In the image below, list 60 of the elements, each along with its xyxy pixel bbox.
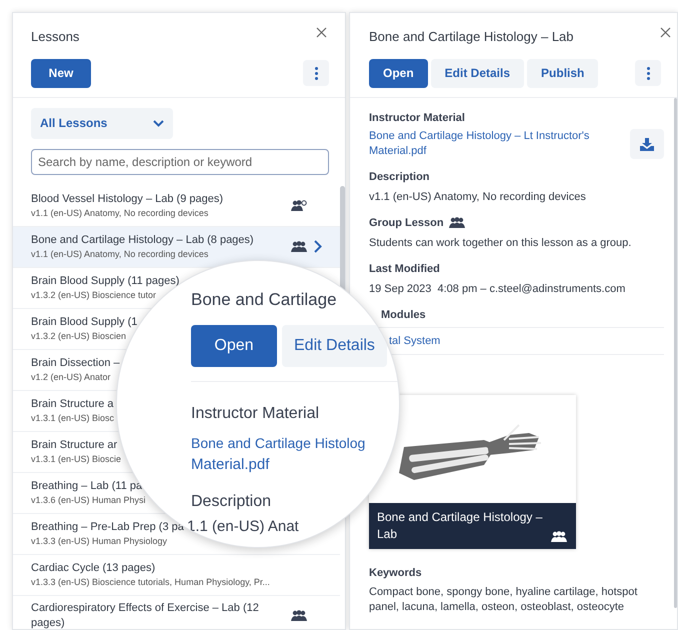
- close-icon[interactable]: [660, 27, 671, 38]
- chevron-down-icon: [153, 120, 164, 126]
- lesson-item[interactable]: Cardiac Cycle (13 pages) v1.3.3 (en-US) Bioscience tutorials, Human Physiology, Pr...: [13, 554, 340, 596]
- material-link[interactable]: Bone and Cartilage Histology – Lt Instructor's Material.pdf: [369, 129, 609, 159]
- filter-dropdown[interactable]: All Lessons: [31, 108, 173, 138]
- lesson-subtitle: v1.3.1 (en-US) Biosc: [31, 412, 114, 424]
- lesson-title: Blood Vessel Histology – Lab (9 pages): [31, 192, 224, 206]
- lesson-title: Brain Structure ar: [31, 438, 118, 452]
- magnified-button[interactable]: Edit Details: [282, 324, 387, 366]
- section-text: Students can work together on this lesson as a group.: [369, 236, 632, 250]
- section-heading: Group Lesson: [369, 216, 444, 231]
- action-button[interactable]: Publish: [527, 58, 598, 88]
- lesson-subtitle: v1.3.1 (en-US) Bioscie: [31, 452, 122, 466]
- new-button[interactable]: New: [31, 58, 91, 88]
- section-heading: Description: [369, 170, 430, 185]
- search-field[interactable]: Search by name, description or keyword: [31, 148, 329, 174]
- magnified-heading: Description: [191, 492, 272, 512]
- lesson-subtitle: v1.3.6 (en-US) Human Physi: [31, 494, 146, 506]
- close-icon[interactable]: [316, 27, 327, 38]
- group-icon: [448, 217, 466, 230]
- lesson-title: Bone and Cartilage Histology – Lab (8 pages): [31, 232, 254, 248]
- section-heading: Keywords: [369, 566, 423, 581]
- section-heading: Last Modified: [369, 262, 440, 277]
- lesson-title: Brain Dissection –: [31, 356, 120, 370]
- magnified-heading: Instructor Material: [191, 404, 320, 424]
- group-icon: [290, 240, 308, 252]
- group-icon: [290, 200, 308, 212]
- group-icon: [550, 531, 568, 543]
- lesson-title: Brain Blood Supply (11 pages): [31, 274, 180, 288]
- panel-title: Bone and Cartilage Histology – Lab: [369, 28, 574, 46]
- more-button[interactable]: [635, 60, 661, 86]
- lesson-item[interactable]: Bone and Cartilage Histology – Lab (8 pages) v1.1 (en-US) Anatomy, No recording devices: [13, 226, 340, 268]
- magnified-title: Bone and Cartilage: [191, 289, 337, 311]
- panel-title: Lessons: [31, 28, 80, 46]
- lesson-subtitle: v1.3.2 (en-US) Bioscien: [31, 330, 126, 342]
- section-heading: Modules: [380, 308, 426, 323]
- lesson-title: Brain Structure a: [31, 396, 114, 412]
- section-text: 19 Sep 2023 4:08 pm – c.steel@adinstruments.com: [369, 282, 626, 296]
- lesson-subtitle: v1.2 (en-US) Anator: [31, 370, 111, 384]
- action-button[interactable]: Open: [369, 58, 428, 88]
- lesson-title: Cardiorespiratory Effects of Exercise – Lab (12 pages): [31, 600, 260, 630]
- keywords-text: Compact bone, spongy bone, hyaline cartilage, hotspot panel, lacuna, lamella, osteon, osteoblast, osteocyte: [369, 584, 638, 614]
- card-caption: Bone and Cartilage Histology – Lab: [377, 509, 544, 543]
- chevron-right-icon: [314, 240, 322, 253]
- download-button[interactable]: [630, 129, 664, 159]
- group-icon: [290, 610, 308, 622]
- magnified-button[interactable]: Open: [191, 324, 277, 366]
- lesson-item[interactable]: Cardiorespiratory Effects of Exercise – Lab (12 pages): [13, 596, 340, 630]
- more-button[interactable]: [303, 60, 329, 86]
- lesson-subtitle: v1.1 (en-US) Anatomy, No recording devices: [31, 206, 208, 220]
- lesson-subtitle: v1.3.3 (en-US) Human Physiology: [31, 534, 168, 548]
- lesson-title: Cardiac Cycle (13 pages): [31, 560, 156, 576]
- lesson-subtitle: v1.3.3 (en-US) Bioscience tutorials, Human Physiology, Pr...: [31, 576, 270, 588]
- lesson-title: Brain Blood Supply (1: [31, 314, 138, 330]
- action-button[interactable]: Edit Details: [430, 58, 524, 88]
- lesson-subtitle: v1.1 (en-US) Anatomy, No recording devices: [31, 248, 208, 260]
- lesson-subtitle: v1.3.2 (en-US) Bioscience tutor: [31, 288, 156, 302]
- section-heading: Instructor Material: [369, 110, 465, 126]
- download-icon: [640, 138, 654, 150]
- section-text: v1.1 (en-US) Anatomy, No recording devices: [369, 190, 587, 204]
